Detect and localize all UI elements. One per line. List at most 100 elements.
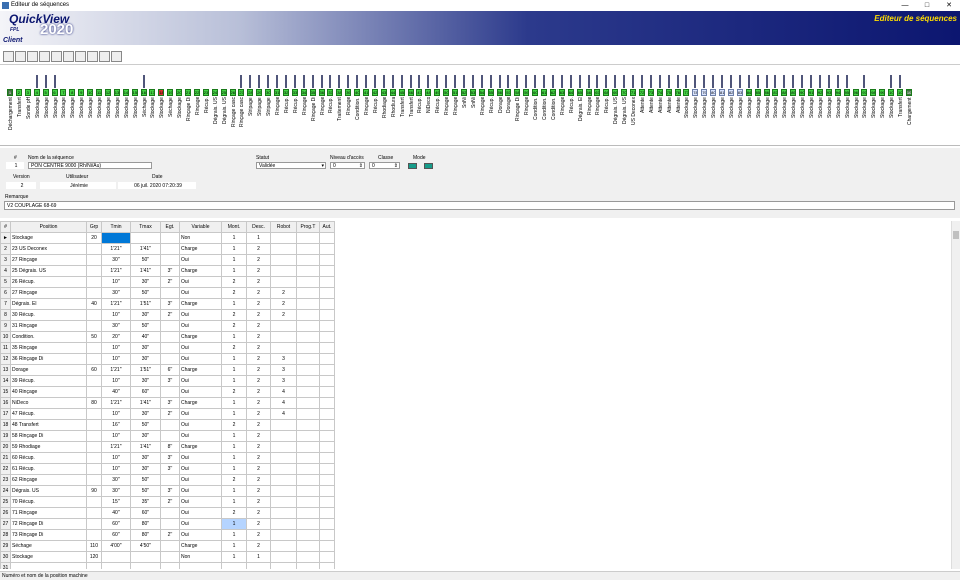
station-cell[interactable]: 88 (781, 89, 788, 96)
table-cell[interactable] (270, 320, 297, 332)
table-cell[interactable] (296, 364, 320, 376)
table-cell[interactable]: 2 (221, 386, 247, 398)
save-icon[interactable] (27, 51, 38, 62)
table-cell[interactable]: 1'21'' (101, 397, 131, 409)
table-cell[interactable]: 6 (0, 287, 11, 299)
table-cell[interactable]: Condition. (10, 331, 87, 343)
station-cell[interactable]: 46 (407, 89, 414, 96)
station-cell[interactable]: 80 (710, 89, 717, 96)
table-cell[interactable]: 40 Rinçage (10, 386, 87, 398)
table-cell[interactable] (319, 309, 335, 321)
station-cell[interactable]: 13 (113, 89, 120, 96)
station-cell[interactable]: 73 (647, 89, 654, 96)
table-cell[interactable] (86, 430, 102, 442)
tree-icon[interactable] (87, 51, 98, 62)
station-cell[interactable]: 35 (309, 89, 316, 96)
table-cell[interactable] (86, 518, 102, 530)
table-cell[interactable]: 3 (0, 254, 11, 266)
table-cell[interactable]: 1 (221, 353, 247, 365)
table-cell[interactable]: 6'' (160, 364, 180, 376)
import-icon[interactable] (51, 51, 62, 62)
table-cell[interactable] (296, 276, 320, 288)
table-cell[interactable]: 10'' (101, 309, 131, 321)
table-cell[interactable] (86, 287, 102, 299)
table-cell[interactable]: Oui (179, 320, 222, 332)
station-cell[interactable]: 44 (389, 89, 396, 96)
table-cell[interactable] (86, 463, 102, 475)
table-cell[interactable] (319, 353, 335, 365)
table-cell[interactable]: 2 (246, 287, 271, 299)
table-row[interactable]: ► Stockage 20 Non 1 1 (0, 232, 335, 244)
table-cell[interactable] (86, 276, 102, 288)
table-cell[interactable]: 36 Rinçage Di (10, 353, 87, 365)
table-cell[interactable]: 19 (0, 430, 11, 442)
classe-stepper[interactable]: 0 ⇕ (369, 162, 400, 169)
table-row[interactable]: 23 62 Rinçage 30'' 50'' Oui 2 2 (0, 474, 335, 486)
table-cell[interactable] (296, 551, 320, 563)
table-cell[interactable]: 1 (221, 529, 247, 541)
table-cell[interactable]: Oui (179, 463, 222, 475)
table-cell[interactable] (296, 562, 320, 569)
table-cell[interactable]: Oui (179, 452, 222, 464)
table-cell[interactable]: 2'' (160, 408, 180, 420)
niveau-stepper[interactable]: 0 ⇕ (330, 162, 365, 169)
table-cell[interactable]: 2 (221, 419, 247, 431)
table-cell[interactable]: 3 (270, 364, 297, 376)
table-cell[interactable]: 20 (0, 441, 11, 453)
table-cell[interactable] (160, 518, 180, 530)
table-cell[interactable]: 40'' (130, 331, 161, 343)
table-row[interactable]: 15 40 Rinçage 40'' 60'' Oui 2 2 4 (0, 386, 335, 398)
table-cell[interactable] (270, 265, 297, 277)
table-cell[interactable]: 28 (0, 529, 11, 541)
column-header[interactable]: Egt. (160, 221, 180, 233)
table-cell[interactable]: 7 (0, 298, 11, 310)
table-cell[interactable]: 1 (221, 551, 247, 563)
minimize-button[interactable]: — (894, 0, 916, 11)
table-cell[interactable] (86, 408, 102, 420)
table-cell[interactable]: 59 Rhodiage (10, 441, 87, 453)
table-cell[interactable]: 1 (221, 331, 247, 343)
table-cell[interactable] (319, 485, 335, 497)
table-cell[interactable]: 2 (246, 254, 271, 266)
table-cell[interactable] (296, 430, 320, 442)
table-cell[interactable]: 47 Récup. (10, 408, 87, 420)
station-cell[interactable]: 36 (318, 89, 325, 96)
table-row[interactable]: 5 26 Récup. 10'' 30'' 2'' Oui 2 2 (0, 276, 335, 288)
table-cell[interactable]: 1 (221, 540, 247, 552)
table-cell[interactable]: 10'' (101, 353, 131, 365)
table-cell[interactable]: 26 Récup. (10, 276, 87, 288)
statut-select[interactable]: Validée ▾ (256, 162, 326, 169)
table-cell[interactable]: Oui (179, 430, 222, 442)
station-cell[interactable]: 76 (674, 89, 681, 96)
station-cell[interactable]: 90 (799, 89, 806, 96)
table-cell[interactable] (160, 353, 180, 365)
table-cell[interactable] (270, 342, 297, 354)
table-cell[interactable]: 2 (246, 441, 271, 453)
station-cell[interactable]: 70 (621, 89, 628, 96)
table-cell[interactable]: 4 (270, 408, 297, 420)
table-cell[interactable] (86, 375, 102, 387)
table-row[interactable]: 10 Condition. 50 20'' 40'' Charge 1 2 (0, 331, 335, 343)
table-cell[interactable]: 31 (0, 562, 11, 569)
table-row[interactable]: 4 25 Dégrais. US 1'21'' 1'41'' 3'' Charge 1 2 (0, 265, 335, 277)
table-cell[interactable] (296, 331, 320, 343)
table-cell[interactable] (160, 562, 180, 569)
station-cell[interactable]: 59 (523, 89, 530, 96)
table-cell[interactable]: 30'' (101, 320, 131, 332)
table-cell[interactable]: 2 (246, 243, 271, 255)
table-cell[interactable] (296, 518, 320, 530)
station-cell[interactable]: 11 (96, 89, 102, 96)
table-cell[interactable] (296, 474, 320, 486)
table-cell[interactable]: Oui (179, 507, 222, 519)
table-cell[interactable]: 1'21'' (101, 298, 131, 310)
station-cell[interactable]: 99 (879, 89, 886, 96)
table-cell[interactable]: 5 (0, 276, 11, 288)
column-header[interactable]: Grp (86, 221, 102, 233)
station-cell[interactable]: 41 (363, 89, 369, 96)
column-header[interactable]: Aut. (319, 221, 335, 233)
table-cell[interactable] (319, 562, 335, 569)
station-cell[interactable]: 38 (336, 89, 343, 96)
table-cell[interactable]: 48 Transfert (10, 419, 87, 431)
station-cell[interactable]: 1 (7, 89, 13, 96)
station-cell[interactable]: 45 (398, 89, 405, 96)
